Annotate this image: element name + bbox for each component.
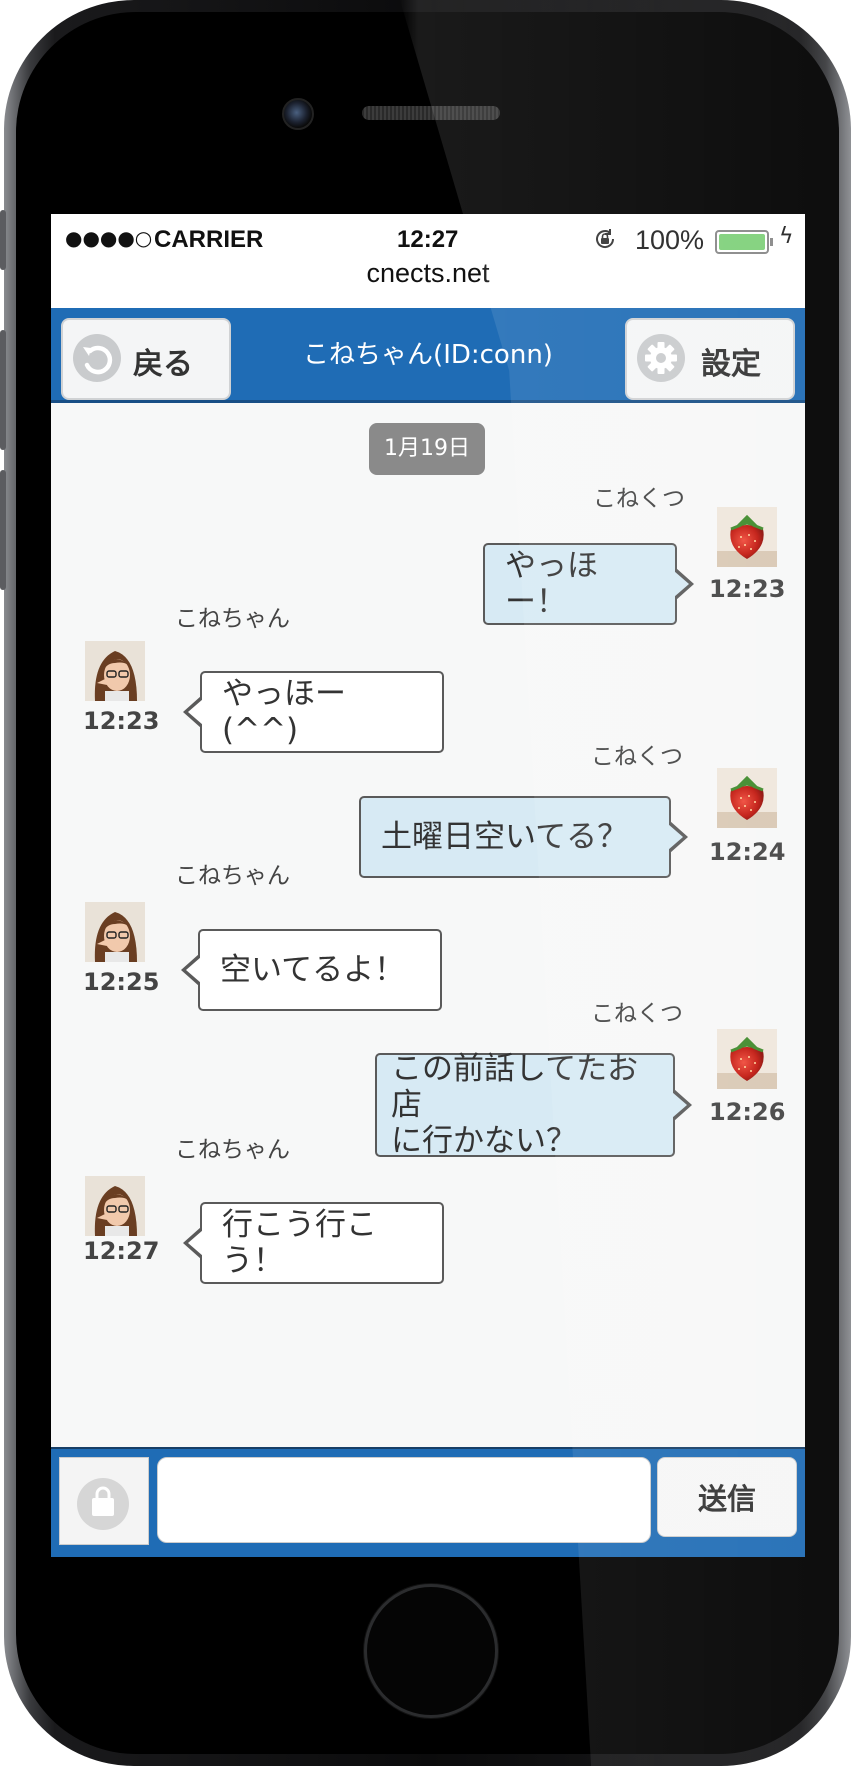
- chat-header: 戻る こねちゃん(ID:conn) 設定: [51, 308, 805, 403]
- rotation-lock-icon: [596, 229, 615, 248]
- settings-button[interactable]: 設定: [625, 318, 795, 400]
- status-time: 12:27: [397, 226, 459, 253]
- home-button[interactable]: [364, 1584, 498, 1718]
- message-time: 12:23: [83, 707, 160, 735]
- person-photo-icon: [85, 902, 145, 962]
- battery-icon: [715, 230, 773, 254]
- my-avatar: [717, 507, 777, 567]
- shopping-bag-icon: [77, 1478, 129, 1530]
- message-time: 12:24: [709, 838, 786, 866]
- attachment-button[interactable]: [59, 1457, 149, 1545]
- partner-sender-name: こねちゃん: [175, 1137, 290, 1163]
- front-camera: [282, 98, 314, 130]
- partner-message-bubble: やっほー(^^): [183, 671, 444, 753]
- person-photo-icon: [85, 641, 145, 701]
- message-text: 土曜日空いてる？: [381, 819, 629, 855]
- partner-avatar: [85, 902, 145, 962]
- page-url[interactable]: cnects.net: [51, 258, 805, 289]
- my-sender-name: こねくつ: [591, 744, 683, 770]
- message-text: 空いてるよ！: [220, 952, 406, 988]
- strawberry-icon: [717, 1029, 777, 1089]
- message-text: やっほー！: [505, 548, 598, 620]
- my-message-bubble: 土曜日空いてる？: [359, 796, 688, 878]
- message-time: 12:27: [83, 1237, 160, 1265]
- earpiece-speaker: [362, 106, 500, 120]
- my-message-bubble: やっほー！: [483, 543, 694, 625]
- person-photo-icon: [85, 1176, 145, 1236]
- partner-message-bubble: 行こう行こう！: [183, 1202, 444, 1284]
- message-text: 行こう行こう！: [222, 1207, 377, 1279]
- my-message-bubble: この前話してたお店 に行かない？: [375, 1051, 692, 1159]
- settings-button-label: 設定: [701, 347, 761, 382]
- partner-sender-name: こねちゃん: [175, 606, 290, 632]
- chat-messages: 1月19日 こねくつ やっほー！ 12:23 こねちゃん 12:23 やっほー(…: [51, 403, 805, 1473]
- my-sender-name: こねくつ: [591, 1001, 683, 1027]
- message-composer: 送信: [51, 1447, 805, 1557]
- partner-sender-name: こねちゃん: [175, 863, 290, 889]
- phone-screen: ●●●●○ CARRIER 12:27 100% ϟ cnects.net 戻る…: [51, 214, 805, 1557]
- volume-up-button: [0, 330, 6, 450]
- message-time: 12:26: [709, 1098, 786, 1126]
- battery-percentage: 100%: [635, 225, 705, 255]
- strawberry-icon: [717, 507, 777, 567]
- strawberry-icon: [717, 768, 777, 828]
- partner-avatar: [85, 641, 145, 701]
- send-button[interactable]: 送信: [657, 1457, 797, 1537]
- message-text-line-1: この前話してたお店: [391, 1051, 639, 1123]
- partner-avatar: [85, 1176, 145, 1236]
- carrier-label: CARRIER: [154, 226, 264, 253]
- my-avatar: [717, 1029, 777, 1089]
- date-separator: 1月19日: [369, 423, 485, 475]
- message-input[interactable]: [157, 1457, 651, 1543]
- message-time: 12:25: [83, 968, 160, 996]
- signal-strength-icon: ●●●●○: [65, 226, 153, 250]
- status-bar: ●●●●○ CARRIER 12:27 100% ϟ cnects.net: [51, 214, 805, 308]
- message-text: やっほー(^^): [222, 676, 346, 748]
- mute-switch: [0, 210, 6, 270]
- gear-icon: [637, 334, 685, 382]
- message-text-line-2: に行かない？: [391, 1123, 577, 1159]
- volume-down-button: [0, 470, 6, 590]
- message-time: 12:23: [709, 575, 786, 603]
- my-sender-name: こねくつ: [593, 486, 685, 512]
- partner-message-bubble: 空いてるよ！: [181, 929, 442, 1011]
- charging-bolt-icon: ϟ: [779, 224, 794, 249]
- my-avatar: [717, 768, 777, 828]
